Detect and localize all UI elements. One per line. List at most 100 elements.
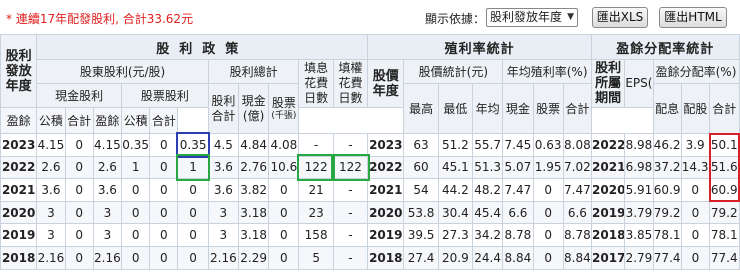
fill-dividend-days-header: 填息花費日數 xyxy=(298,59,334,108)
fill-rights-days-header: 填權花費日數 xyxy=(332,59,369,108)
cash-total-cell: 3.6 xyxy=(92,178,123,202)
price-high-cell: 60 xyxy=(403,155,439,180)
table-row: 2018 2.16 0 2.16 0 0 0 2.16 2.29 0 5-2018 27.4 20.9 2… xyxy=(0,245,740,270)
stock-total-header: 合計 xyxy=(149,107,179,134)
fill-rights-days-cell: - xyxy=(332,133,369,157)
price-avg-cell: 48.2 xyxy=(472,178,504,202)
yield-total-cell: 8.08 xyxy=(562,133,593,157)
export-xls-button[interactable]: 匯出XLS xyxy=(592,7,648,28)
price-high-cell: 27.4 xyxy=(403,245,439,270)
cash-surplus-cell: 3.6 xyxy=(36,178,66,202)
stock-surplus-cell: 0 xyxy=(121,178,151,202)
year-cell: 2018 xyxy=(0,245,38,270)
fill-dividend-days-cell: 5 xyxy=(298,245,334,270)
stock-label: 股票 xyxy=(271,96,296,110)
year-cell: 2021 xyxy=(0,178,38,202)
dividend-period-header: 股利所屬期間 xyxy=(591,59,626,108)
stock-dividend-header: 股票股利 xyxy=(121,83,209,108)
dividend-policy-header: 股利政策 xyxy=(36,34,369,60)
price-low-cell: 30.4 xyxy=(437,200,474,225)
stock-reserve-cell: 0 xyxy=(149,245,179,270)
stock-thousand-cell: 0 xyxy=(268,178,300,202)
cash-billion-cell: 3.82 xyxy=(237,178,270,202)
price-year-cell: 2021 xyxy=(367,178,405,202)
cash-reserve-cell: 0 xyxy=(64,133,94,157)
cash-billion-cell: 3.18 xyxy=(237,200,270,225)
table-row: 2022 2.6 0 2.6 1 0 1 3.6 2.76 10.6 122 122 2022 60 45.… xyxy=(0,154,740,181)
year-cell: 2022 xyxy=(0,155,38,180)
payout-total-cell: 77.4 xyxy=(709,245,740,270)
dividend-sum-cell: 4.5 xyxy=(207,133,239,157)
fill-rights-days-cell: - xyxy=(332,223,369,247)
col-year-header: 股利發放年度 xyxy=(0,34,38,108)
eps-header: EPS(元) xyxy=(624,59,654,108)
stock-total-cell: 0 xyxy=(177,223,209,247)
export-html-button[interactable]: 匯出HTML xyxy=(659,7,727,28)
price-avg-cell: 45.4 xyxy=(472,200,504,225)
yield-total-cell: 6.6 xyxy=(562,200,593,225)
eps-cell: 3.79 xyxy=(624,200,654,225)
dividend-sum-cell: 3.6 xyxy=(207,178,239,202)
fill-rights-days-cell: - xyxy=(332,245,369,270)
table-row: 2019 3 0 3 0 0 0 3 3.18 0 158-2019 39.5 27.3 34.2 8.78… xyxy=(0,223,740,247)
cash-total-cell: 4.15 xyxy=(92,133,123,157)
price-avg-cell: 34.2 xyxy=(472,223,504,247)
stock-reserve-cell: 0 xyxy=(149,223,179,247)
payout-ratio-header: 盈餘分配率(%) xyxy=(652,59,740,84)
stock-reserve-header: 公積 xyxy=(121,107,151,134)
cash-surplus-header: 盈餘 xyxy=(0,107,38,134)
yield-cash-cell: 8.84 xyxy=(502,245,534,270)
cash-reserve-cell: 0 xyxy=(64,245,94,270)
period-cell: 2017 xyxy=(591,245,626,270)
price-low-header: 最低 xyxy=(437,83,474,134)
price-avg-header: 年均 xyxy=(472,83,504,134)
fill-dividend-days-cell: 23 xyxy=(298,200,334,225)
cash-billion-cell: 2.29 xyxy=(237,245,270,270)
yield-stock-cell: 0 xyxy=(532,200,564,225)
stock-total-cell: 1 xyxy=(175,154,211,181)
stock-thousand-cell: 4.08 xyxy=(268,133,300,157)
payout-total-cell: 50.1 xyxy=(708,132,740,157)
cash-billion-cell: 3.18 xyxy=(237,223,270,247)
stock-thousand-cell: 0 xyxy=(268,223,300,247)
view-by-select[interactable]: 股利發放年度 ▼ xyxy=(486,8,578,27)
year-cell: 2020 xyxy=(0,200,38,225)
yield-total-cell: 7.02 xyxy=(562,155,593,180)
cash-surplus-cell: 3 xyxy=(36,223,66,247)
cash-reserve-cell: 0 xyxy=(64,155,94,180)
yield-stock-header: 股票 xyxy=(532,83,564,134)
payout-cash-cell: 78.1 xyxy=(652,223,682,247)
eps-cell: 2.79 xyxy=(624,245,654,270)
chevron-down-icon: ▼ xyxy=(567,12,574,22)
payout-stock-cell: 0 xyxy=(680,223,711,247)
yield-total-cell: 7.47 xyxy=(562,178,593,202)
eps-cell: 6.98 xyxy=(624,155,654,180)
stock-total-cell: 0 xyxy=(177,200,209,225)
yield-stock-cell: 1.95 xyxy=(532,155,564,180)
price-year-cell: 2020 xyxy=(367,200,405,225)
payout-total-cell: 78.1 xyxy=(709,223,740,247)
stock-surplus-cell: 0 xyxy=(121,223,151,247)
cash-dividend-header: 現金股利 xyxy=(36,83,123,108)
yield-stats-header: 殖利率統計 xyxy=(367,34,593,60)
yield-total-cell: 8.84 xyxy=(562,245,593,270)
cash-reserve-cell: 0 xyxy=(64,200,94,225)
yield-total-header: 合計 xyxy=(562,83,593,134)
cash-billion-header: 現金(億) xyxy=(237,83,270,134)
stock-surplus-cell: 0 xyxy=(121,200,151,225)
payout-cash-header: 配息 xyxy=(652,83,682,134)
yield-cash-cell: 8.78 xyxy=(502,223,534,247)
avg-yield-header: 年均殖利率(%) xyxy=(502,59,593,84)
cash-reserve-cell: 0 xyxy=(64,223,94,247)
dividend-sum-cell: 2.16 xyxy=(207,245,239,270)
cash-surplus-cell: 2.16 xyxy=(36,245,66,270)
toolbar: * 連續17年配發股利, 合計33.62元 顯示依據： 股利發放年度 ▼ 匯出X… xyxy=(0,0,740,34)
price-year-cell: 2022 xyxy=(367,155,405,180)
yield-total-cell: 8.78 xyxy=(562,223,593,247)
yield-stock-cell: 0.63 xyxy=(532,133,564,157)
fill-dividend-days-cell: 158 xyxy=(298,223,334,247)
cash-total-cell: 2.16 xyxy=(92,245,123,270)
yield-stock-cell: 0 xyxy=(532,223,564,247)
payout-cash-cell: 77.4 xyxy=(652,245,682,270)
payout-total-cell: 79.2 xyxy=(709,200,740,225)
